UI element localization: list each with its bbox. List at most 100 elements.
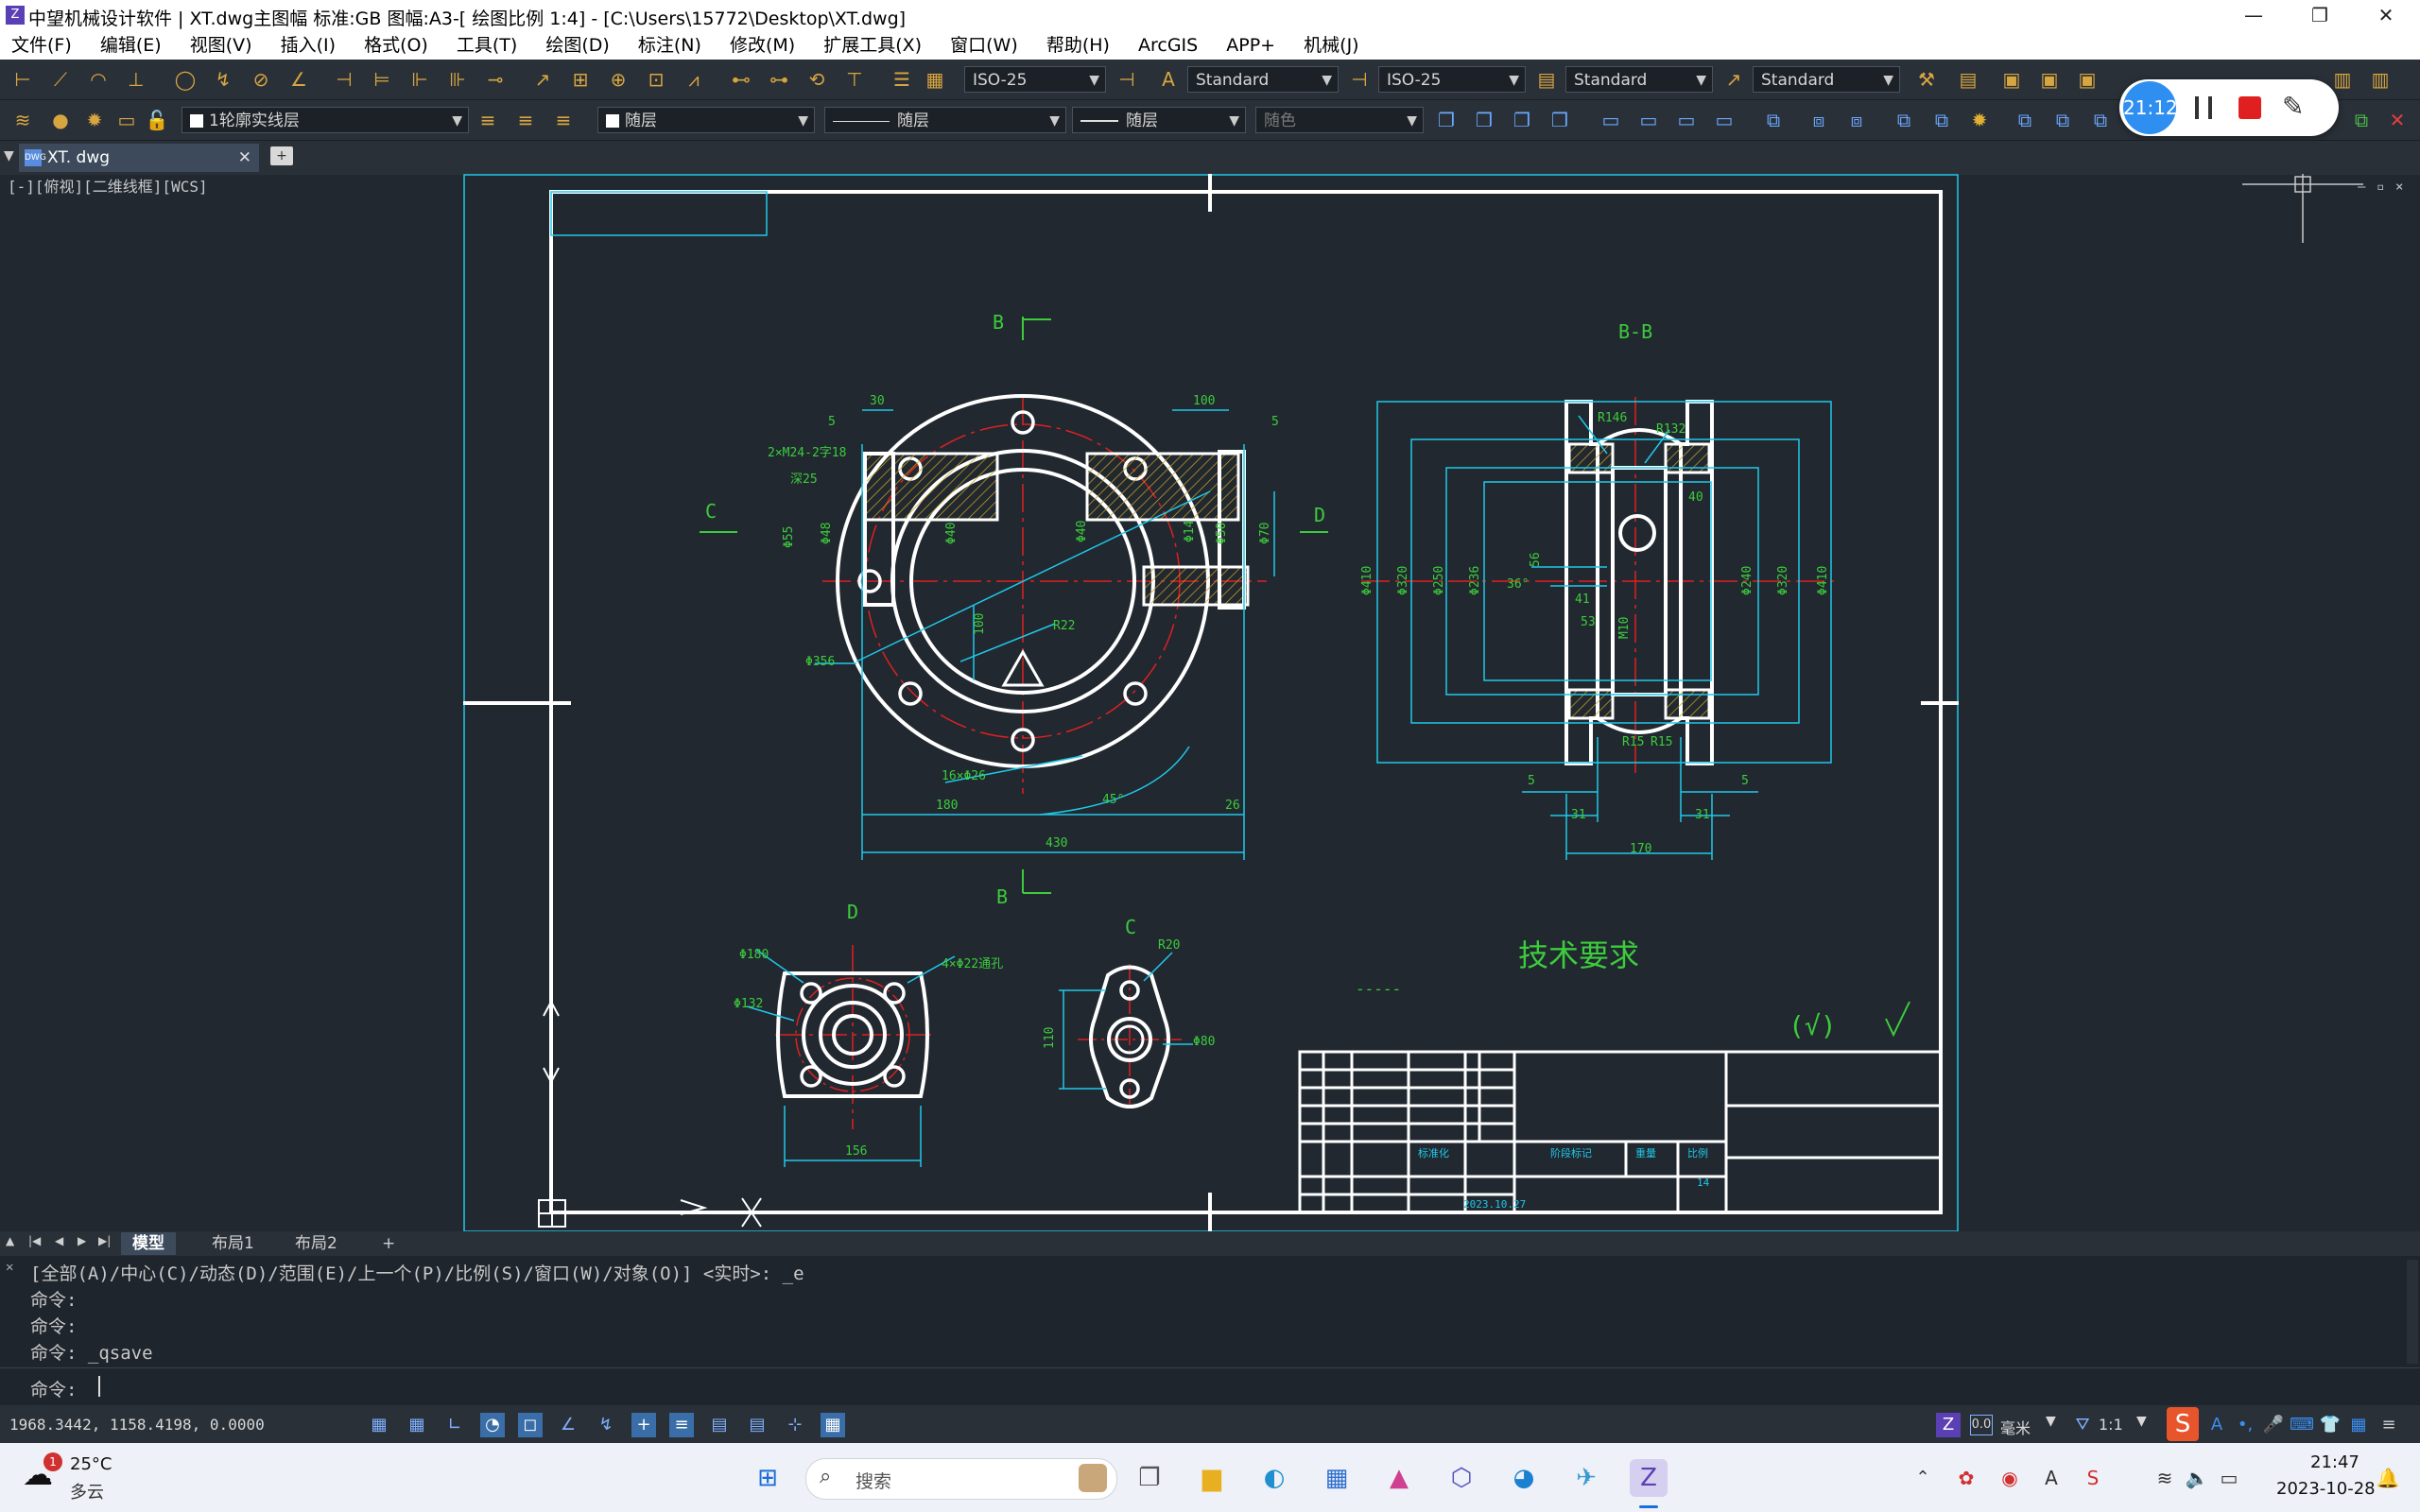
- select-filter-icon[interactable]: ⧉: [1891, 107, 1917, 133]
- layer-plot-icon[interactable]: ▭: [113, 107, 140, 133]
- quick-select-icon[interactable]: ⧉: [1928, 107, 1955, 133]
- layer-on-icon[interactable]: ●: [47, 107, 74, 133]
- radius-dim-icon[interactable]: ◯: [172, 66, 199, 93]
- tab-menu-icon[interactable]: ▼: [4, 148, 14, 163]
- sogou-ime-icon[interactable]: S: [2167, 1407, 2199, 1441]
- restore-button[interactable]: ❐: [2290, 0, 2350, 31]
- recorder-timer[interactable]: 21:12: [2123, 81, 2178, 134]
- selection-cycle-icon[interactable]: ⊹: [783, 1413, 807, 1437]
- arc-length-icon[interactable]: ◠: [85, 66, 112, 93]
- color-combo[interactable]: 随层 ▼: [597, 107, 815, 133]
- make-current-icon[interactable]: ≡: [475, 107, 501, 133]
- start-icon[interactable]: ⊞: [749, 1459, 786, 1497]
- ordinate-dim-icon[interactable]: ⊥: [123, 66, 149, 93]
- command-line[interactable]: 命令:: [0, 1367, 2420, 1406]
- clock-time[interactable]: 21:47: [2310, 1452, 2360, 1472]
- app3-icon[interactable]: ✈: [1567, 1459, 1605, 1497]
- tray-app2-icon[interactable]: ◉: [1991, 1459, 2029, 1497]
- menu-format[interactable]: 格式(O): [353, 31, 440, 60]
- first-tab-icon[interactable]: |◀: [28, 1234, 41, 1247]
- pause-icon[interactable]: [2195, 96, 2212, 119]
- quick-dim-icon[interactable]: ⊣: [331, 66, 357, 93]
- menu-arcgis[interactable]: ArcGIS: [1127, 31, 1209, 60]
- center-mark-icon[interactable]: ⊕: [605, 66, 631, 93]
- menu-help[interactable]: 帮助(H): [1035, 31, 1121, 60]
- zwcad-taskbar-icon[interactable]: Z: [1630, 1459, 1668, 1497]
- file-tab[interactable]: DWG XT. dwg ✕: [19, 144, 259, 172]
- coordinates-readout[interactable]: 1968.3442, 1158.4198, 0.0000: [9, 1416, 265, 1434]
- leader-style-combo[interactable]: ISO-25 ▼: [1378, 66, 1526, 93]
- notification-icon[interactable]: 🔔: [2369, 1459, 2407, 1497]
- chevron-up-icon[interactable]: ⌃: [1904, 1459, 1942, 1497]
- ortho-icon[interactable]: ∟: [442, 1413, 467, 1437]
- snap-icon[interactable]: ▦: [367, 1413, 391, 1437]
- tray-app-icon[interactable]: ✿: [1947, 1459, 1985, 1497]
- ime-english-icon[interactable]: A: [2204, 1413, 2229, 1437]
- linear-dim-icon[interactable]: ⊢: [9, 66, 36, 93]
- mleader-style-icon[interactable]: ↗: [1720, 66, 1747, 93]
- tools-icon[interactable]: ⚒: [1913, 66, 1940, 93]
- layer-previous-icon[interactable]: ≡: [512, 107, 539, 133]
- aligned-dim-icon[interactable]: ⟋: [47, 66, 74, 93]
- jogged-linear-icon[interactable]: ⩘: [681, 66, 707, 93]
- weather-temp[interactable]: 25°C: [70, 1454, 112, 1474]
- window-tile-icon[interactable]: ▥: [2329, 66, 2356, 93]
- layer-combo[interactable]: 1轮廓实线层 ▼: [182, 107, 469, 133]
- zwcad-mech-icon[interactable]: Z: [1936, 1413, 1961, 1437]
- list-icon[interactable]: ⧉: [2087, 107, 2114, 133]
- table-icon[interactable]: ▦: [922, 66, 948, 93]
- table-style-icon[interactable]: ▤: [1533, 66, 1560, 93]
- dim-style-manager-icon[interactable]: ⊣: [1114, 66, 1140, 93]
- polar-icon[interactable]: ◔: [480, 1413, 505, 1437]
- new-tab-icon[interactable]: +: [270, 146, 293, 165]
- properties-icon[interactable]: ▤: [1955, 66, 1981, 93]
- tab-model[interactable]: 模型: [121, 1232, 176, 1255]
- dim-space-icon[interactable]: ⊪: [444, 66, 471, 93]
- viewport-controls[interactable]: – ▫ ×: [2358, 180, 2403, 195]
- inspection-icon[interactable]: ⊡: [643, 66, 669, 93]
- menu-window[interactable]: 窗口(W): [939, 31, 1029, 60]
- menu-draw[interactable]: 绘图(D): [534, 31, 620, 60]
- drawing-canvas[interactable]: 阶段标记 重量 比例 标准化 14 2023.10.27 (√) B B-B C…: [0, 174, 2420, 1231]
- tab-layout1[interactable]: 布局1: [200, 1232, 266, 1255]
- refedit-icon[interactable]: ⧉: [1760, 107, 1787, 133]
- command-scrollbar[interactable]: [2407, 1260, 2418, 1364]
- menu-dimension[interactable]: 标注(N): [627, 31, 713, 60]
- chevron-down-icon[interactable]: ▼: [2136, 1414, 2147, 1429]
- dim-style-combo[interactable]: ISO-25 ▼: [964, 66, 1106, 93]
- close-command-icon[interactable]: ✕: [6, 1260, 13, 1275]
- mleader-style-combo[interactable]: Standard ▼: [1753, 66, 1900, 93]
- last-tab-icon[interactable]: ▶|: [98, 1234, 111, 1247]
- draworder-back-icon[interactable]: ⧈: [1843, 107, 1870, 133]
- layer-match-icon[interactable]: ≡: [550, 107, 577, 133]
- file-explorer-icon[interactable]: ▆: [1193, 1459, 1231, 1497]
- sheet-icon[interactable]: ▣: [1998, 66, 2025, 93]
- continue-dim-icon[interactable]: ⊩: [406, 66, 433, 93]
- menu-mechanical[interactable]: 机械(J): [1292, 31, 1370, 60]
- osnap-icon[interactable]: ◻: [518, 1413, 543, 1437]
- baseline-dim-icon[interactable]: ⊨: [369, 66, 395, 93]
- dim-style-icon[interactable]: ☰: [889, 66, 915, 93]
- settings-icon[interactable]: ✹: [1966, 107, 1993, 133]
- chevron-down-icon[interactable]: ▼: [2046, 1414, 2056, 1429]
- dynamic-input-icon[interactable]: +: [631, 1413, 656, 1437]
- tab-layout2[interactable]: 布局2: [284, 1232, 349, 1255]
- layer-manager-icon[interactable]: ≋: [9, 107, 36, 133]
- annotation-scale-icon[interactable]: ⛛: [2070, 1413, 2095, 1437]
- ime-voice-icon[interactable]: 🎤: [2261, 1413, 2286, 1437]
- layer-freeze-icon[interactable]: ✹: [81, 107, 108, 133]
- pen-icon[interactable]: ✎: [2282, 91, 2304, 122]
- dim-edit-icon[interactable]: ⊷: [728, 66, 754, 93]
- sheet-edit-icon[interactable]: ▣: [2036, 66, 2063, 93]
- clip-icon[interactable]: ▭: [1673, 107, 1700, 133]
- tab-add[interactable]: +: [371, 1232, 406, 1255]
- sogou-tray-icon[interactable]: S: [2074, 1459, 2112, 1497]
- diameter-dim-icon[interactable]: ⊘: [248, 66, 274, 93]
- jogged-dim-icon[interactable]: ↯: [210, 66, 236, 93]
- close-tab-icon[interactable]: ✕: [238, 144, 251, 172]
- attach-icon[interactable]: ▭: [1635, 107, 1662, 133]
- menu-insert[interactable]: 插入(I): [269, 31, 347, 60]
- close-button[interactable]: ✕: [2356, 0, 2416, 31]
- leader-icon[interactable]: ↗: [529, 66, 556, 93]
- layer-lock-icon[interactable]: 🔓: [144, 107, 170, 133]
